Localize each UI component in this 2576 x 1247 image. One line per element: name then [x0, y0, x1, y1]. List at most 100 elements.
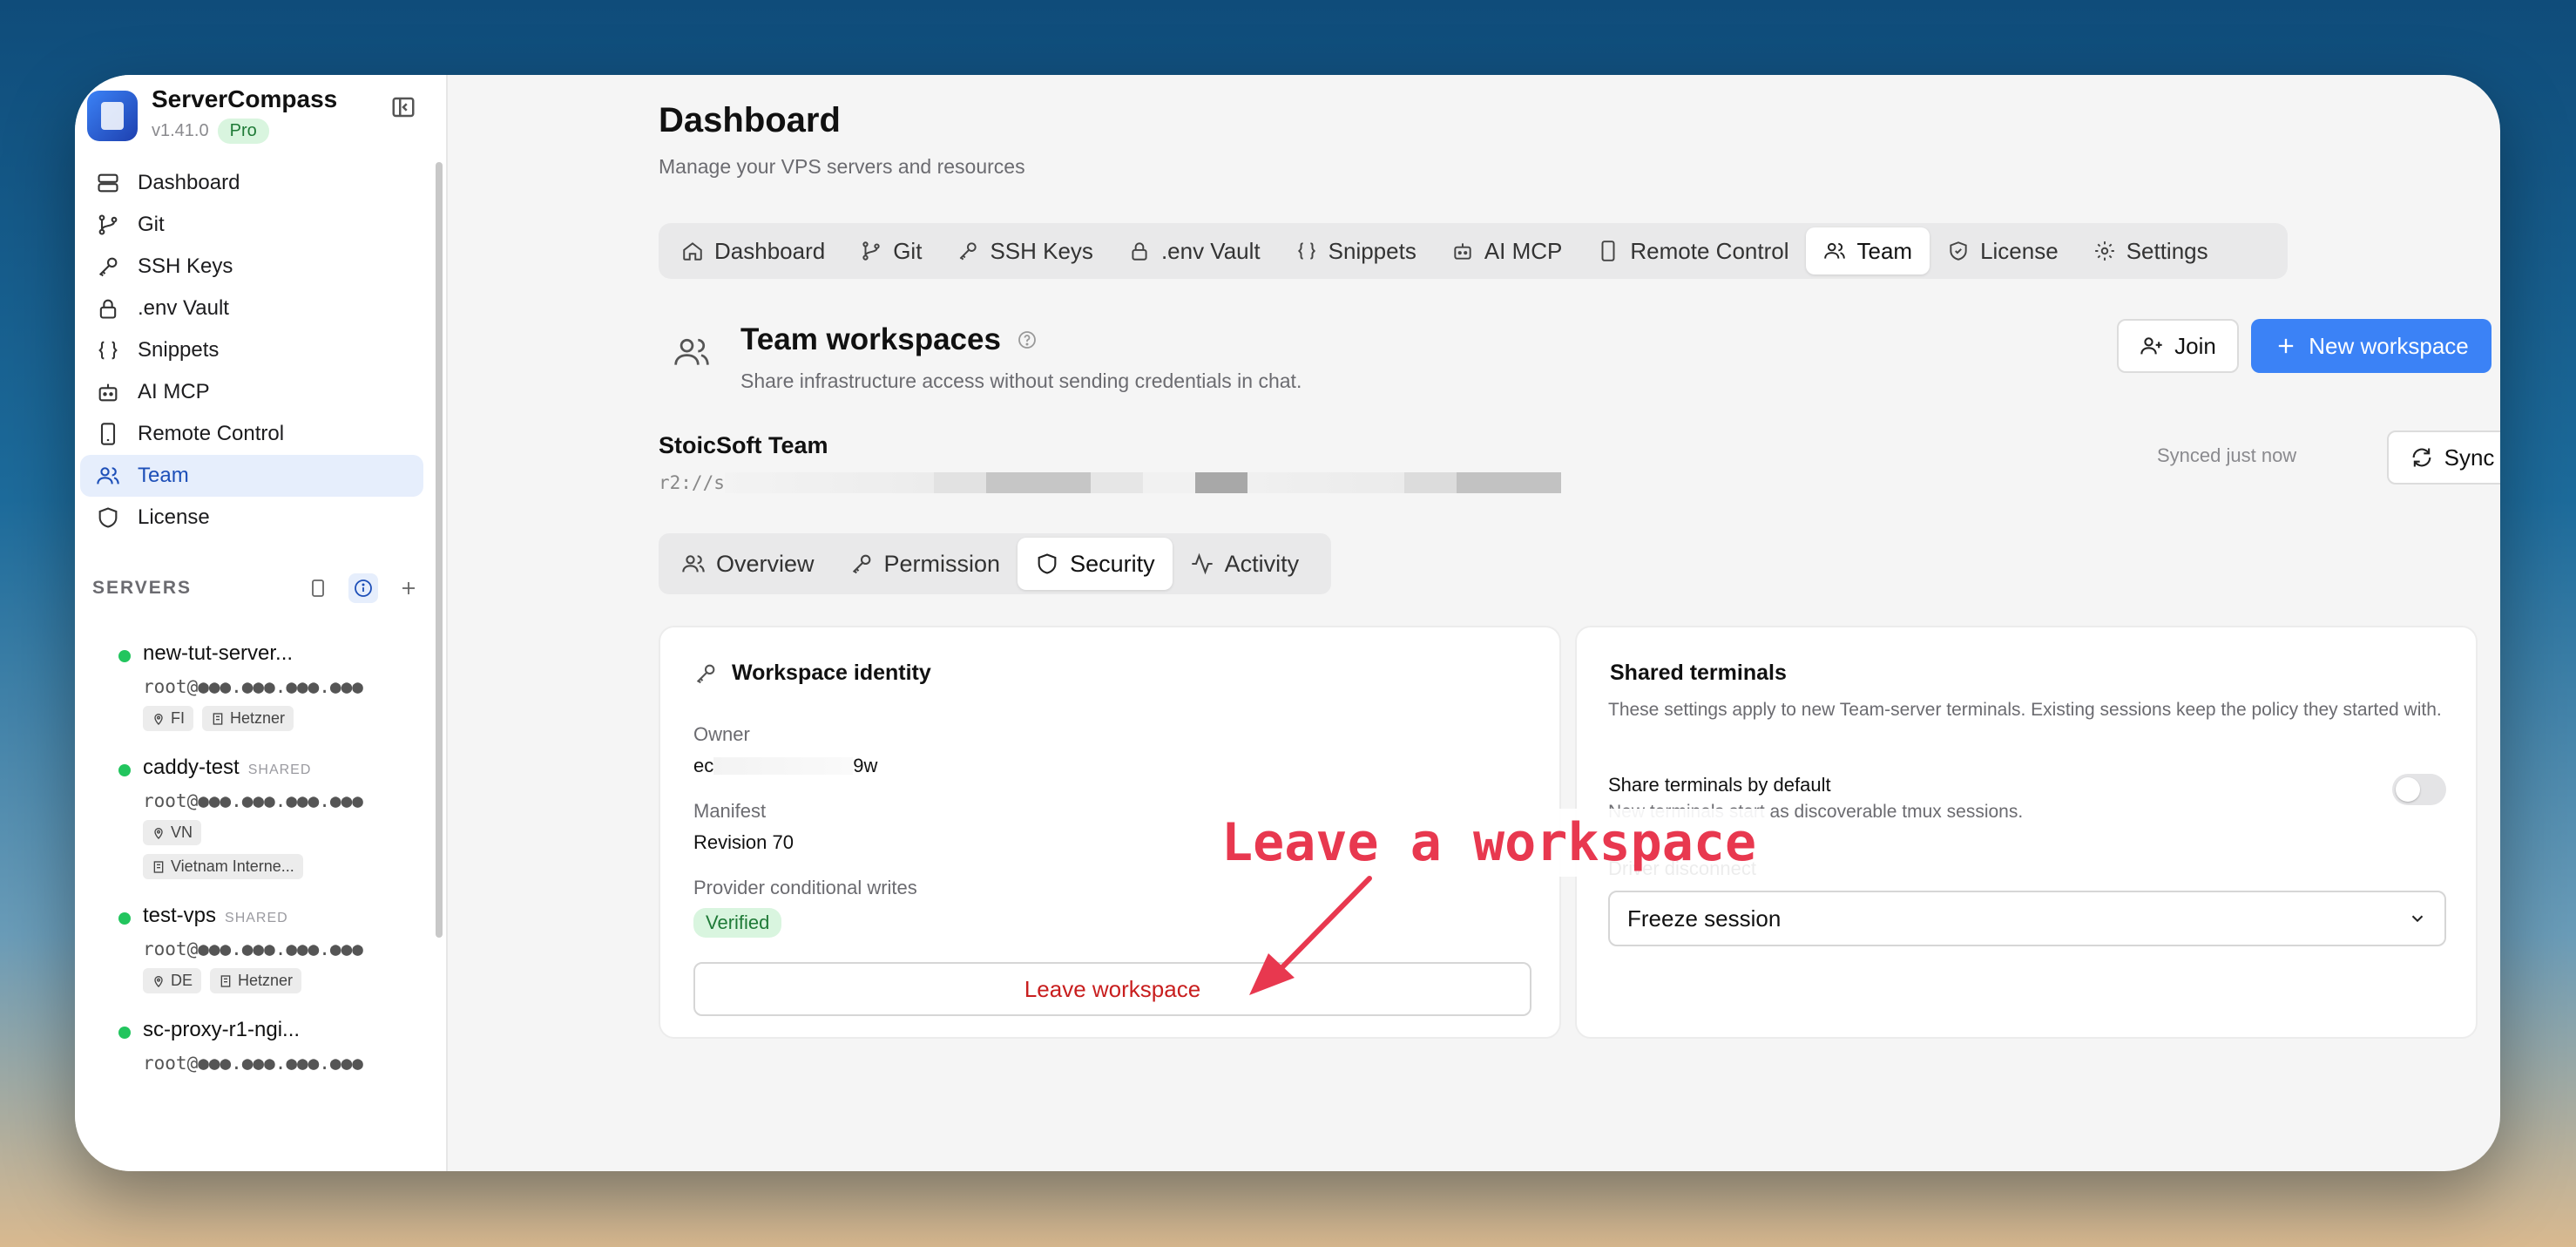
annotation-arrow-icon	[1249, 876, 1372, 995]
server-item[interactable]: sc-proxy-r1-ngi... root@●●●.●●●.●●●.●●●	[118, 1018, 423, 1074]
main-content: Dashboard Manage your VPS servers and re…	[448, 75, 2500, 1171]
pin-icon	[154, 827, 163, 839]
sidebar-item-team[interactable]: Team	[80, 455, 423, 497]
server-host: root@●●●.●●●.●●●.●●●	[143, 1053, 363, 1074]
sidebar-item-label: Git	[138, 213, 165, 236]
sidebar-item-label: Dashboard	[138, 171, 240, 194]
shared-label: SHARED	[247, 762, 312, 777]
app-name: ServerCompass	[152, 85, 338, 112]
server-name: test-vps	[143, 904, 217, 927]
sidebar-item-label: AI MCP	[138, 380, 210, 403]
tab-activity[interactable]: Activity	[1173, 538, 1317, 590]
status-online-icon	[118, 650, 131, 662]
terminals-description: These settings apply to new Team-server …	[1608, 700, 2442, 720]
servers-heading: SERVERS	[92, 578, 192, 598]
app-version: v1.41.0	[152, 121, 209, 140]
tab-team[interactable]: Team	[1806, 227, 1930, 274]
leave-workspace-button[interactable]: Leave workspace	[693, 962, 1531, 1016]
share-terminals-toggle[interactable]	[2392, 774, 2446, 805]
sidebar-item-snippets[interactable]: Snippets	[80, 329, 423, 371]
tab-overview[interactable]: Overview	[664, 538, 832, 590]
chevron-down-icon	[2411, 915, 2424, 923]
sidebar-item-git[interactable]: Git	[80, 204, 423, 246]
phone-icon[interactable]	[303, 573, 333, 603]
activity-icon	[1191, 552, 1213, 575]
tab-security[interactable]: Security	[1018, 538, 1173, 590]
plus-icon	[2279, 338, 2294, 354]
tab-remote-control[interactable]: Remote Control	[1579, 227, 1806, 274]
manifest-value: Revision 70	[693, 831, 794, 853]
tab-git[interactable]: Git	[842, 227, 939, 274]
server-item[interactable]: caddy-test SHARED root@●●●.●●●.●●●.●●● VN…	[118, 756, 423, 879]
building-icon	[213, 712, 223, 725]
phone-icon	[100, 423, 116, 445]
tab-env-vault[interactable]: .env Vault	[1111, 227, 1278, 274]
tab-ai-mcp[interactable]: AI MCP	[1434, 227, 1580, 274]
manifest-label: Manifest	[693, 800, 767, 822]
tab-permission[interactable]: Permission	[832, 538, 1018, 590]
shield-icon	[1038, 553, 1057, 574]
section-subtitle: Share infrastructure access without send…	[740, 369, 1302, 392]
sidebar-item-ai-mcp[interactable]: AI MCP	[80, 371, 423, 413]
help-icon[interactable]	[1017, 329, 1038, 350]
owner-value: ec 9w	[693, 755, 878, 776]
page-title: Dashboard	[659, 101, 841, 139]
info-icon[interactable]	[348, 573, 378, 603]
owner-label: Owner	[693, 723, 750, 745]
sidebar-item-license[interactable]: License	[80, 497, 423, 539]
git-branch-icon	[98, 214, 118, 235]
servers-header: SERVERS	[92, 573, 423, 603]
lock-icon	[1132, 242, 1147, 261]
plan-badge: Pro	[217, 119, 269, 144]
tab-ssh-keys[interactable]: SSH Keys	[939, 227, 1111, 274]
sidebar-item-label: License	[138, 505, 210, 529]
gear-icon	[2094, 241, 2114, 261]
page-subtitle: Manage your VPS servers and resources	[659, 155, 1025, 178]
shared-label: SHARED	[225, 911, 288, 925]
app-logo-icon	[87, 91, 138, 141]
sidebar-item-remote-control[interactable]: Remote Control	[80, 413, 423, 455]
share-option-label: Share terminals by default	[1608, 774, 1831, 796]
sidebar-item-ssh-keys[interactable]: SSH Keys	[80, 246, 423, 288]
add-server-icon[interactable]	[394, 573, 423, 603]
key-icon	[696, 664, 715, 683]
writes-label: Provider conditional writes	[693, 877, 917, 898]
users-icon	[97, 467, 119, 485]
sidebar-item-env-vault[interactable]: .env Vault	[80, 288, 423, 329]
server-host: root@●●●.●●●.●●●.●●●	[143, 790, 363, 811]
shield-check-icon	[1950, 241, 1967, 261]
server-host: root@●●●.●●●.●●●.●●●	[143, 939, 363, 959]
server-item[interactable]: new-tut-server... root@●●●.●●●.●●●.●●● F…	[118, 641, 423, 731]
provider-tag: Hetzner	[202, 706, 294, 731]
status-online-icon	[118, 912, 131, 925]
driver-disconnect-select[interactable]: Freeze session	[1608, 891, 2446, 946]
annotation-label: Leave a workspace	[1211, 809, 1768, 877]
pin-icon	[154, 713, 163, 725]
sidebar-toggle-icon[interactable]	[390, 94, 416, 120]
users-icon	[673, 333, 711, 371]
building-icon	[153, 860, 164, 873]
pin-icon	[154, 975, 163, 987]
server-item[interactable]: test-vps SHARED root@●●●.●●●.●●●.●●● DE H…	[118, 904, 423, 993]
location-tag: VN	[143, 820, 202, 845]
top-tabs: Dashboard Git SSH Keys .env Vault Snippe…	[659, 223, 2288, 279]
key-icon	[960, 242, 977, 261]
card-title: Shared terminals	[1610, 661, 1787, 685]
sidebar-item-dashboard[interactable]: Dashboard	[80, 162, 423, 204]
refresh-icon	[2412, 448, 2431, 467]
home-icon	[683, 242, 702, 261]
sidebar-scrollbar[interactable]	[436, 162, 443, 938]
sync-now-button[interactable]: Sync now	[2387, 430, 2500, 485]
join-button[interactable]: Join	[2117, 319, 2239, 373]
sidebar-item-label: Team	[138, 464, 189, 487]
location-tag: FI	[143, 706, 193, 731]
tab-snippets[interactable]: Snippets	[1278, 227, 1434, 274]
server-name: new-tut-server...	[143, 641, 294, 665]
tab-license[interactable]: License	[1930, 227, 2076, 274]
sidebar-item-label: SSH Keys	[138, 254, 233, 278]
workspace-path: r2://s	[659, 472, 1561, 493]
user-plus-icon	[2140, 337, 2162, 355]
tab-settings[interactable]: Settings	[2076, 227, 2226, 274]
tab-dashboard[interactable]: Dashboard	[664, 227, 842, 274]
new-workspace-button[interactable]: New workspace	[2251, 319, 2491, 373]
